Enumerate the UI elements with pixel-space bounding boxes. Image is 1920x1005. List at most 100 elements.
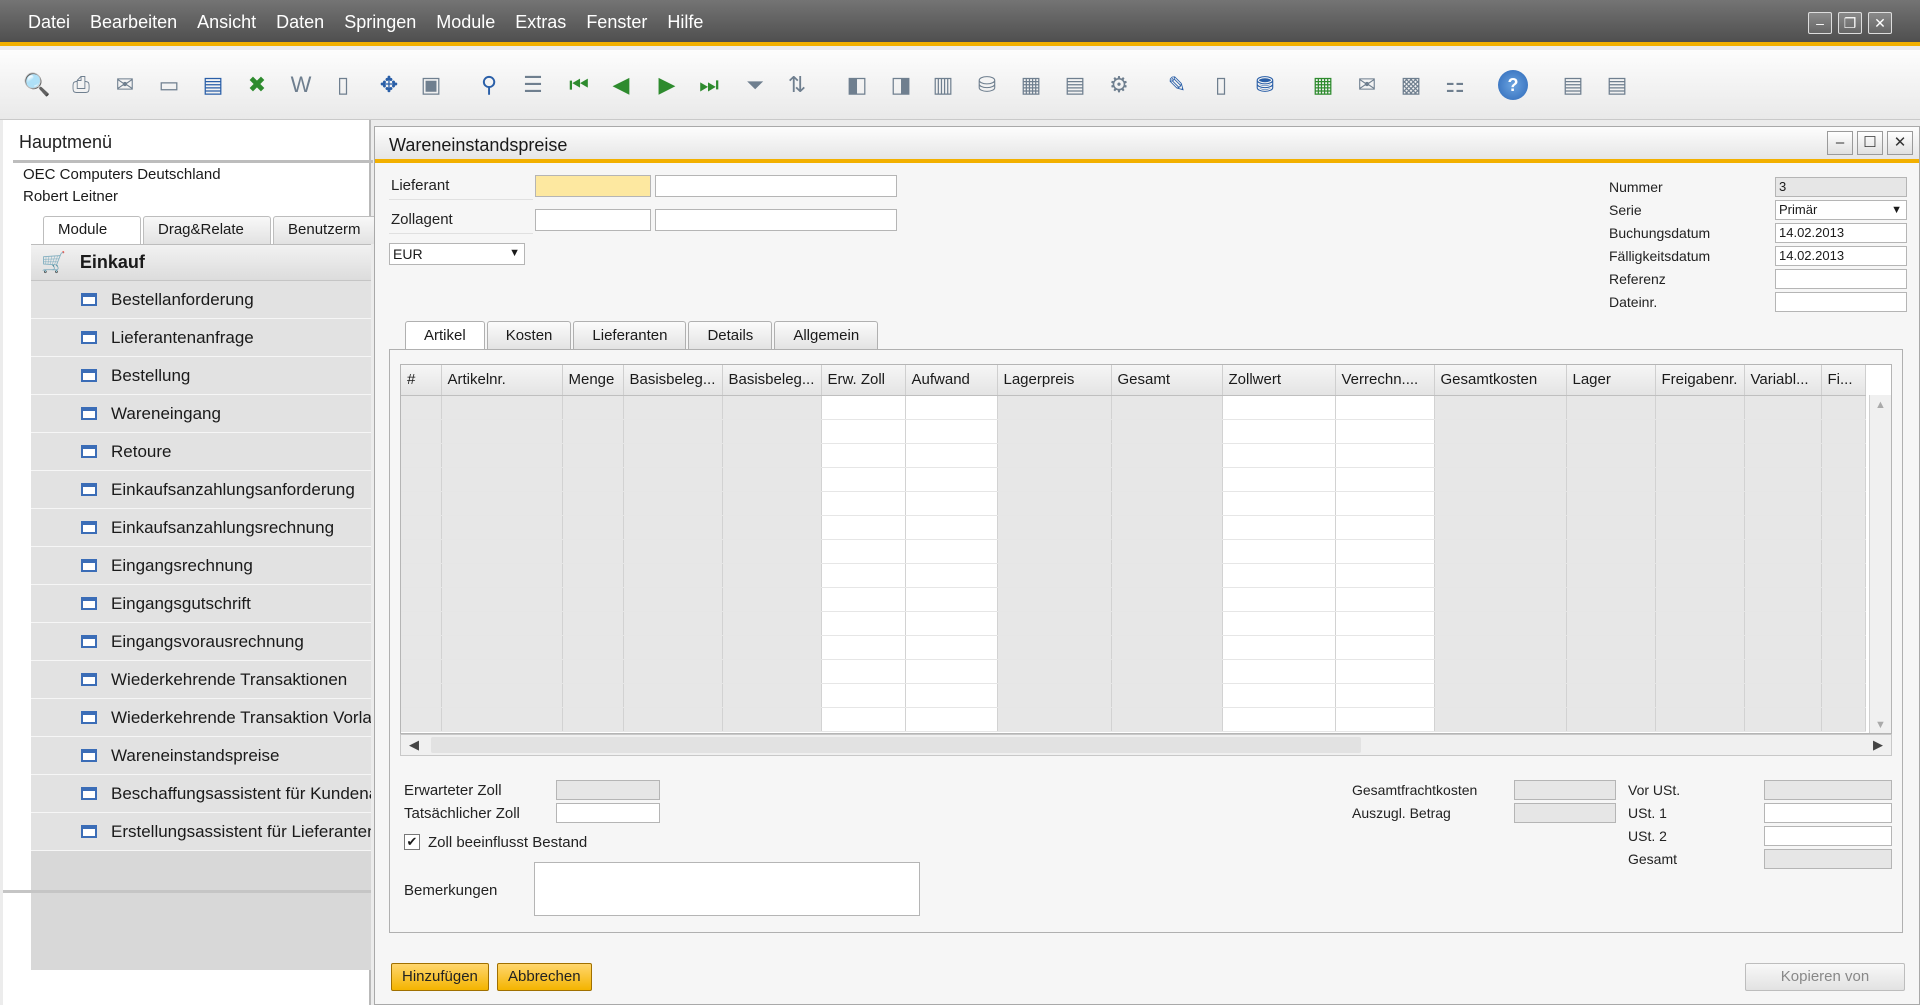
payment-means-icon[interactable]: ▦ xyxy=(1014,68,1048,102)
table-cell[interactable] xyxy=(997,707,1112,732)
table-cell[interactable] xyxy=(1434,515,1567,540)
tab-details[interactable]: Details xyxy=(688,321,773,349)
target-document-icon[interactable]: ◨ xyxy=(884,68,918,102)
table-cell[interactable] xyxy=(1111,443,1223,468)
table-cell[interactable] xyxy=(1111,683,1223,708)
excel-icon[interactable]: ✖ xyxy=(240,68,274,102)
tatsaechlicher-zoll-field[interactable] xyxy=(556,803,660,823)
table-cell[interactable] xyxy=(1335,419,1435,444)
table-cell[interactable] xyxy=(905,515,998,540)
table-cell[interactable] xyxy=(821,491,906,516)
category-einkauf[interactable]: 🛒 Einkauf xyxy=(31,245,371,281)
table-cell[interactable] xyxy=(623,563,723,588)
table-cell[interactable] xyxy=(1821,635,1866,660)
table-cell[interactable] xyxy=(1222,611,1336,636)
table-cell[interactable] xyxy=(1335,467,1435,492)
table-cell[interactable] xyxy=(623,467,723,492)
table-cell[interactable] xyxy=(997,491,1112,516)
table-cell[interactable] xyxy=(722,563,822,588)
table-cell[interactable] xyxy=(1335,563,1435,588)
table-cell[interactable] xyxy=(997,587,1112,612)
table-cell[interactable] xyxy=(1335,443,1435,468)
scroll-down-icon[interactable]: ▼ xyxy=(1870,719,1891,731)
table-cell[interactable] xyxy=(1744,683,1822,708)
table-cell[interactable] xyxy=(722,611,822,636)
table-cell[interactable] xyxy=(441,587,563,612)
preview-icon[interactable]: 🔍 xyxy=(20,68,54,102)
menu-item-eingangsvorausrechnung[interactable]: Eingangsvorausrechnung xyxy=(31,623,371,661)
table-cell[interactable] xyxy=(441,395,563,420)
table-cell[interactable] xyxy=(401,611,442,636)
print-icon[interactable]: ⎙ xyxy=(64,68,98,102)
table-cell[interactable] xyxy=(1744,419,1822,444)
table-cell[interactable] xyxy=(441,443,563,468)
menu-item-wiederkehrende-transaktion-vorlagen[interactable]: Wiederkehrende Transaktion Vorlag xyxy=(31,699,371,737)
table-cell[interactable] xyxy=(821,443,906,468)
table-cell[interactable] xyxy=(1222,419,1336,444)
table-cell[interactable] xyxy=(1335,587,1435,612)
minimize-icon[interactable]: – xyxy=(1808,12,1832,34)
table-cell[interactable] xyxy=(821,635,906,660)
table-cell[interactable] xyxy=(905,539,998,564)
table-row[interactable] xyxy=(401,491,1866,516)
table-cell[interactable] xyxy=(562,539,624,564)
table-cell[interactable] xyxy=(623,443,723,468)
table-cell[interactable] xyxy=(401,515,442,540)
table-row[interactable] xyxy=(401,707,1866,732)
table-cell[interactable] xyxy=(562,611,624,636)
table-cell[interactable] xyxy=(401,683,442,708)
table-cell[interactable] xyxy=(1566,443,1656,468)
table-cell[interactable] xyxy=(1434,635,1567,660)
horizontal-scrollbar[interactable]: ◀ ▶ xyxy=(400,734,1892,756)
volume-weight-icon[interactable]: ▤ xyxy=(1058,68,1092,102)
table-cell[interactable] xyxy=(1335,707,1435,732)
table-cell[interactable] xyxy=(1335,395,1435,420)
menu-bearbeiten[interactable]: Bearbeiten xyxy=(80,10,187,35)
table-cell[interactable] xyxy=(1566,659,1656,684)
table-cell[interactable] xyxy=(1821,659,1866,684)
table-cell[interactable] xyxy=(905,635,998,660)
table-cell[interactable] xyxy=(1434,419,1567,444)
table-cell[interactable] xyxy=(821,683,906,708)
column-header[interactable]: Verrechn.... xyxy=(1335,365,1435,396)
table-cell[interactable] xyxy=(905,395,998,420)
table-cell[interactable] xyxy=(623,683,723,708)
table-cell[interactable] xyxy=(1744,467,1822,492)
table-cell[interactable] xyxy=(1821,395,1866,420)
table-cell[interactable] xyxy=(997,611,1112,636)
table-cell[interactable] xyxy=(441,683,563,708)
table-cell[interactable] xyxy=(1566,419,1656,444)
table-cell[interactable] xyxy=(1222,587,1336,612)
menu-item-bestellanforderung[interactable]: Bestellanforderung xyxy=(31,281,371,319)
table-cell[interactable] xyxy=(1655,515,1745,540)
menu-fenster[interactable]: Fenster xyxy=(576,10,657,35)
table-cell[interactable] xyxy=(905,611,998,636)
table-cell[interactable] xyxy=(441,419,563,444)
query-icon[interactable]: ▤ xyxy=(1600,68,1634,102)
table-cell[interactable] xyxy=(1655,707,1745,732)
table-cell[interactable] xyxy=(1744,515,1822,540)
nummer-field[interactable]: 3 xyxy=(1775,177,1907,197)
tab-kosten[interactable]: Kosten xyxy=(486,321,572,349)
table-cell[interactable] xyxy=(562,707,624,732)
table-cell[interactable] xyxy=(1655,611,1745,636)
message-icon[interactable]: ✉ xyxy=(1350,68,1384,102)
tab-drag-relate[interactable]: Drag&Relate xyxy=(143,216,271,244)
table-cell[interactable] xyxy=(1222,659,1336,684)
column-header[interactable]: # xyxy=(401,365,442,396)
table-cell[interactable] xyxy=(1655,443,1745,468)
gross-profit-icon[interactable]: ▥ xyxy=(926,68,960,102)
table-cell[interactable] xyxy=(562,419,624,444)
table-cell[interactable] xyxy=(562,491,624,516)
dateinr-field[interactable] xyxy=(1775,292,1907,312)
table-cell[interactable] xyxy=(1744,491,1822,516)
table-cell[interactable] xyxy=(997,683,1112,708)
table-cell[interactable] xyxy=(1111,611,1223,636)
menu-springen[interactable]: Springen xyxy=(334,10,426,35)
ust2-field[interactable] xyxy=(1764,826,1892,846)
column-header[interactable]: Freigabenr. xyxy=(1655,365,1745,396)
column-header[interactable]: Aufwand xyxy=(905,365,998,396)
transaction-journal-icon[interactable]: ⛁ xyxy=(970,68,1004,102)
table-cell[interactable] xyxy=(441,635,563,660)
sms-icon[interactable]: ▭ xyxy=(152,68,186,102)
